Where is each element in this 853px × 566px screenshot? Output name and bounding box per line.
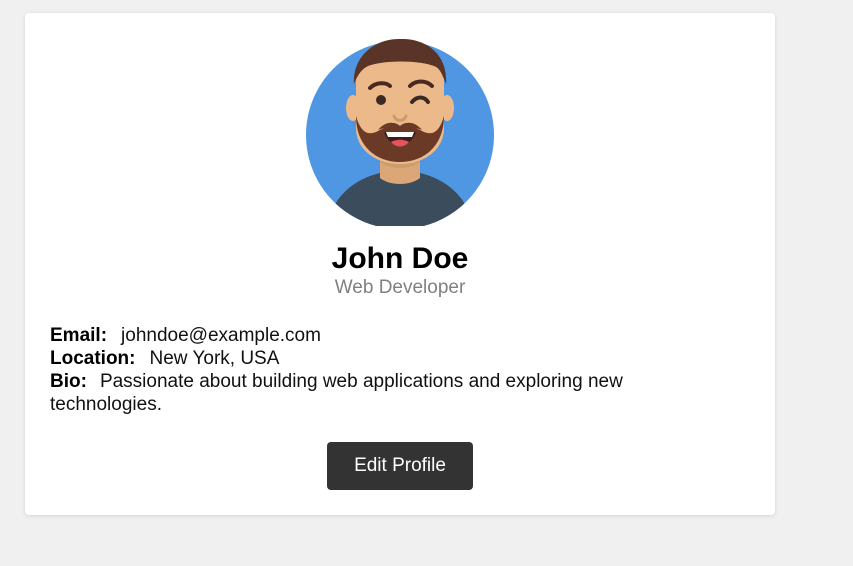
location-row: Location: New York, USA (50, 347, 690, 370)
email-value: johndoe@example.com (121, 325, 321, 346)
profile-title: Web Developer (334, 277, 466, 298)
profile-card: John Doe Web Developer Email: johndoe@exa… (25, 13, 775, 515)
edit-profile-button[interactable]: Edit Profile (327, 442, 473, 490)
bio-row: Bio: Passionate about building web applic… (50, 370, 690, 416)
avatar (306, 38, 494, 226)
bio-label: Bio: (50, 371, 87, 392)
profile-details: Email: johndoe@example.com Location: New Y… (50, 324, 690, 416)
avatar-illustration (306, 38, 494, 226)
bio-value: Passionate about building web applicatio… (50, 371, 623, 415)
email-row: Email: johndoe@example.com (50, 324, 690, 347)
location-value: New York, USA (149, 348, 280, 369)
profile-name: John Doe (331, 242, 469, 275)
location-label: Location: (50, 348, 136, 369)
email-label: Email: (50, 325, 108, 346)
